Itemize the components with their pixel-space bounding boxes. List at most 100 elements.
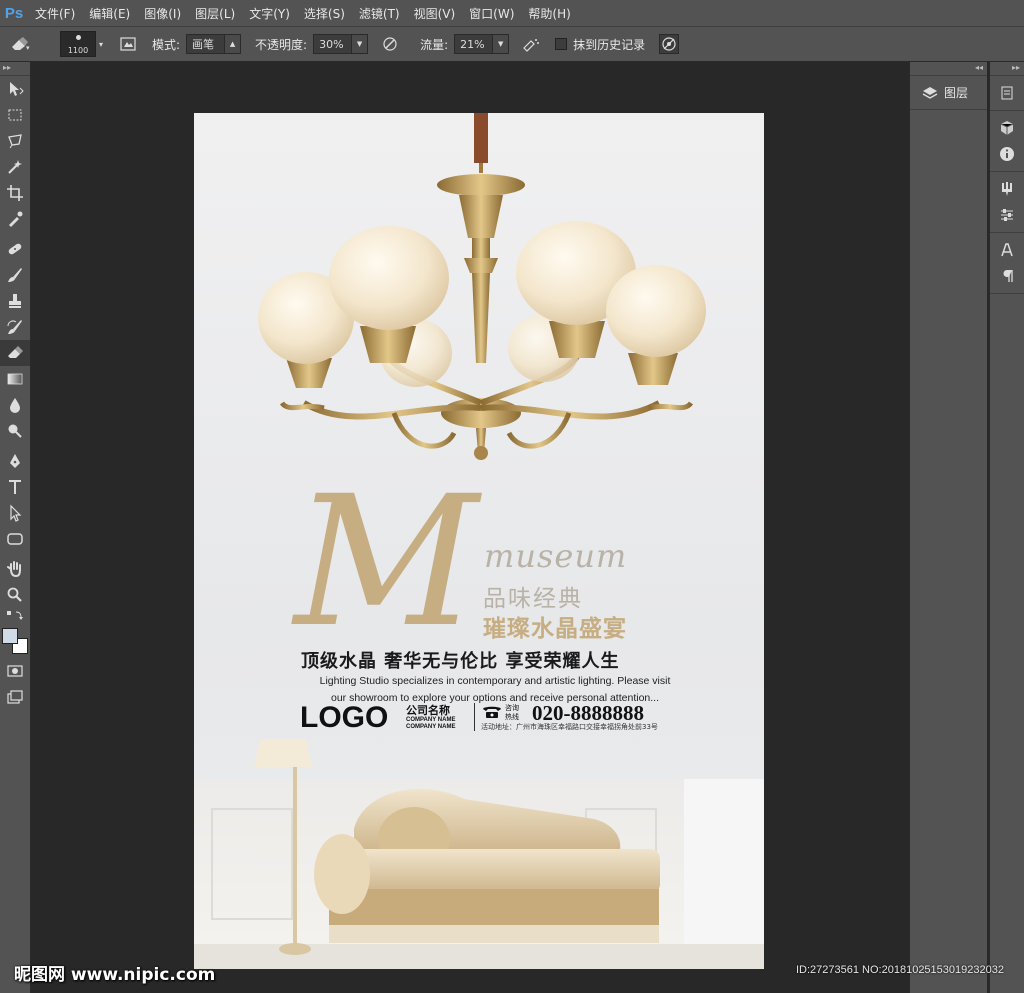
eyedropper-icon — [9, 211, 23, 227]
opacity-input[interactable]: 30% ▼ — [313, 34, 369, 54]
stamp-icon — [9, 294, 21, 308]
layers-panel-label: 图层 — [944, 86, 969, 100]
menu-type[interactable]: 文字(Y) — [242, 0, 297, 26]
image-id-watermark: ID:27273561 NO:20181025153019232032 — [796, 964, 1004, 976]
brush-presets-button[interactable] — [990, 176, 1024, 202]
history-panel-button[interactable] — [990, 80, 1024, 106]
eraser-icon: ▾ — [12, 37, 30, 52]
opacity-label: 不透明度: — [255, 37, 308, 52]
layers-panel-tab[interactable]: 图层 — [910, 76, 987, 110]
menu-filter[interactable]: 滤镜(T) — [352, 0, 407, 26]
shape-tool[interactable] — [0, 526, 30, 552]
chevron-down-icon: ▼ — [351, 35, 368, 53]
magnifier-icon — [7, 587, 22, 602]
lasso-tool[interactable] — [0, 128, 30, 154]
brush-icon — [8, 268, 22, 282]
healing-brush-tool[interactable] — [0, 236, 30, 262]
dodge-tool[interactable] — [0, 418, 30, 444]
flow-input[interactable]: 21% ▼ — [454, 34, 510, 54]
menu-view[interactable]: 视图(V) — [407, 0, 463, 26]
mode-value: 画笔 — [192, 38, 215, 51]
3d-panel-button[interactable] — [990, 115, 1024, 141]
zoom-tool[interactable] — [0, 582, 30, 608]
droplet-icon — [10, 398, 20, 413]
menu-window[interactable]: 窗口(W) — [462, 0, 521, 26]
tool-preset-picker[interactable]: ▾ — [0, 29, 40, 59]
menu-select[interactable]: 选择(S) — [297, 0, 352, 26]
type-tool[interactable] — [0, 474, 30, 500]
eraser-tool[interactable] — [0, 340, 30, 366]
info-panel-button[interactable] — [990, 141, 1024, 167]
menu-image[interactable]: 图像(I) — [137, 0, 188, 26]
chandelier-image — [258, 113, 706, 460]
paragraph-panel-button[interactable] — [990, 263, 1024, 289]
pen-tool[interactable] — [0, 448, 30, 474]
crop-icon — [7, 185, 23, 201]
adjustments-panel-button[interactable] — [990, 202, 1024, 228]
crop-tool[interactable] — [0, 180, 30, 206]
bandage-icon — [8, 243, 22, 255]
collapse-arrows-icon[interactable]: ◂◂ — [910, 62, 987, 76]
poster-divider — [474, 703, 475, 731]
chevron-down-icon: ▼ — [492, 35, 509, 53]
mode-select[interactable]: 画笔 ▲ — [186, 34, 242, 54]
poster-consult: 咨询 热线 — [505, 704, 519, 722]
pen-icon — [10, 454, 20, 468]
chevron-down-icon: ▲ — [224, 35, 241, 53]
tools-panel: ▸▸ — [0, 62, 31, 993]
foreground-color[interactable] — [2, 628, 18, 644]
screen-mode-toggle[interactable] — [0, 684, 30, 710]
clone-stamp-tool[interactable] — [0, 288, 30, 314]
swap-colors[interactable] — [0, 608, 30, 624]
pressure-size-toggle[interactable] — [659, 34, 680, 54]
brush-tool[interactable] — [0, 262, 30, 288]
screen-mode-icon — [7, 690, 23, 704]
pressure-size-icon — [662, 37, 676, 51]
menu-help[interactable]: 帮助(H) — [521, 0, 577, 26]
history-brush-tool[interactable] — [0, 314, 30, 340]
opacity-value: 30% — [319, 37, 344, 51]
document-canvas[interactable]: M museum 品味经典 璀璨水晶盛宴 顶级水晶 奢华无与伦比 享受荣耀人生 … — [194, 113, 764, 969]
nipic-watermark: 昵图网 www.nipic.com — [14, 965, 216, 985]
character-panel-button[interactable] — [990, 237, 1024, 263]
telephone-icon — [483, 706, 501, 718]
magic-wand-tool[interactable] — [0, 154, 30, 180]
menu-edit[interactable]: 编辑(E) — [82, 0, 137, 26]
options-bar: ▾ 1100 ▾ 模式: 画笔 ▲ 不透明度: 30% ▼ 流量: 21% ▼ … — [0, 26, 1024, 62]
hand-icon — [7, 561, 21, 578]
poster-company-name-en-2: COMPANY NAME — [406, 724, 456, 730]
quick-mask-toggle[interactable] — [0, 658, 30, 684]
collapse-arrows-icon[interactable]: ▸▸ — [990, 62, 1024, 76]
airbrush-toggle[interactable] — [521, 34, 541, 54]
airbrush-icon — [523, 39, 540, 52]
quick-mask-icon — [7, 665, 23, 677]
photoshop-logo: Ps — [4, 4, 24, 22]
move-tool[interactable] — [0, 76, 30, 102]
eyedropper-tool[interactable] — [0, 206, 30, 232]
poster-tagline: 顶级水晶 奢华无与伦比 享受荣耀人生 — [301, 651, 620, 672]
menu-layer[interactable]: 图层(L) — [188, 0, 242, 26]
panel-group-2 — [990, 111, 1024, 172]
paragraph-icon — [1003, 270, 1013, 282]
pressure-opacity-icon — [383, 37, 397, 51]
blur-tool[interactable] — [0, 392, 30, 418]
dodge-icon — [8, 424, 22, 438]
hand-tool[interactable] — [0, 556, 30, 582]
path-select-icon — [10, 504, 22, 522]
sliders-icon — [1001, 209, 1013, 221]
gradient-icon — [7, 373, 23, 385]
marquee-tool[interactable] — [0, 102, 30, 128]
gradient-tool[interactable] — [0, 366, 30, 392]
erase-history-checkbox[interactable] — [555, 38, 568, 50]
pressure-opacity-toggle[interactable] — [380, 34, 400, 54]
menu-file[interactable]: 文件(F) — [28, 0, 82, 26]
brush-picker-arrow[interactable]: ▾ — [96, 31, 106, 57]
poster-subtitle-2: 璀璨水晶盛宴 — [483, 616, 627, 642]
collapse-arrows-icon[interactable]: ▸▸ — [0, 62, 30, 76]
panel-group-1 — [990, 76, 1024, 111]
brush-size-preview[interactable]: 1100 — [60, 31, 96, 57]
rect-marquee-icon — [8, 109, 22, 121]
swap-arrows-icon — [7, 611, 23, 620]
path-selection-tool[interactable] — [0, 500, 30, 526]
brush-panel-toggle[interactable] — [118, 34, 138, 54]
